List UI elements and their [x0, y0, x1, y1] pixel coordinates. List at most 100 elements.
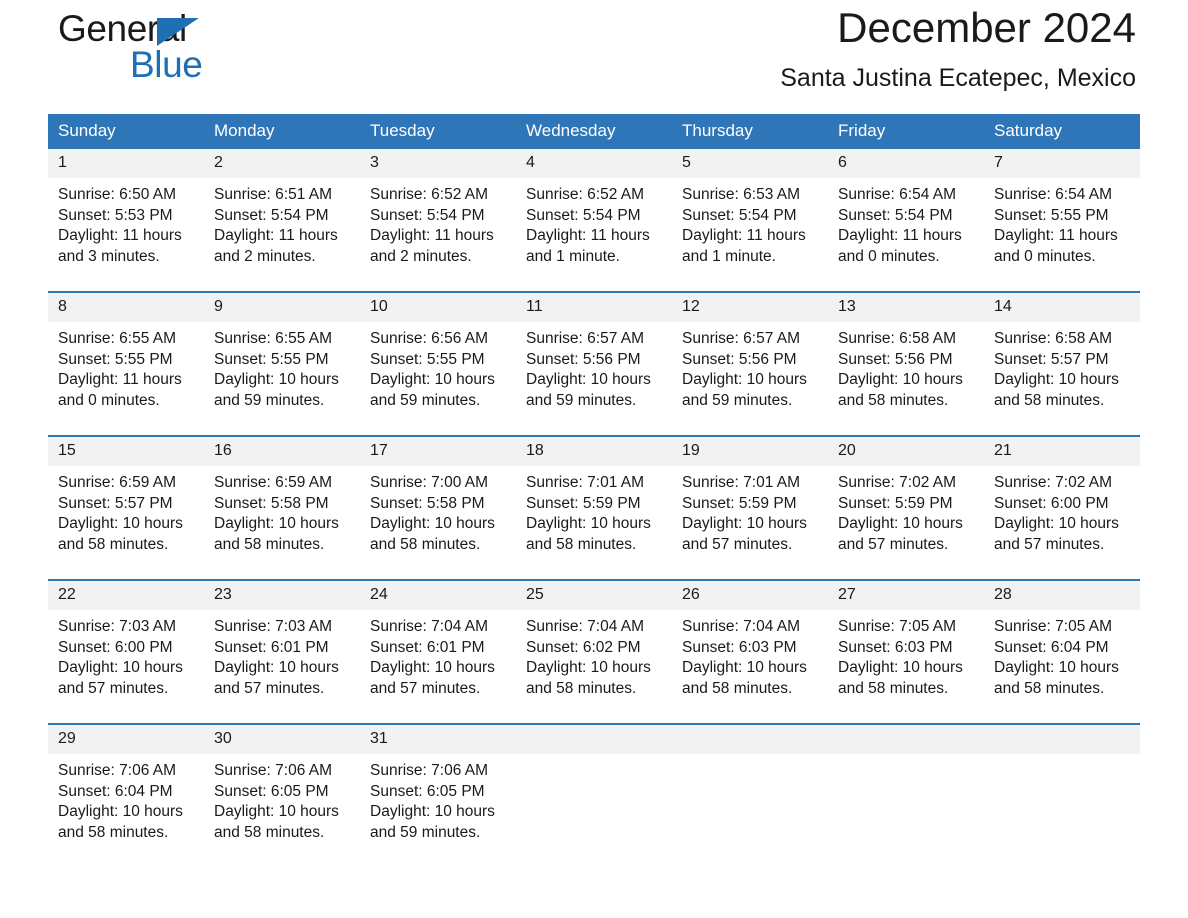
calendar-week-row: 22 Sunrise: 7:03 AM Sunset: 6:00 PM Dayligh… — [48, 579, 1140, 724]
daylight-text-line2: and 2 minutes. — [214, 247, 316, 265]
calendar-day-cell[interactable]: 6 Sunrise: 6:54 AM Sunset: 5:54 PM Daylight… — [828, 149, 984, 292]
calendar-day-cell[interactable]: 8 Sunrise: 6:55 AM Sunset: 5:55 PM Daylight… — [48, 291, 204, 436]
calendar-day-cell[interactable]: 15 Sunrise: 6:59 AM Sunset: 5:57 PM Dayligh… — [48, 435, 204, 580]
daylight-text-line2: and 2 minutes. — [370, 247, 472, 265]
calendar-day-cell[interactable]: 12 Sunrise: 6:57 AM Sunset: 5:56 PM Dayligh… — [672, 291, 828, 436]
sunrise-text: Sunrise: 7:04 AM — [526, 618, 645, 635]
day-number: 4 — [516, 149, 672, 178]
sunset-text: Sunset: 6:00 PM — [994, 494, 1109, 512]
daylight-text-line1: Daylight: 10 hours — [214, 659, 339, 676]
day-number: 9 — [204, 293, 360, 322]
daylight-text-line1: Daylight: 10 hours — [994, 515, 1119, 532]
day-number — [516, 725, 672, 754]
calendar-day-cell[interactable]: 3 Sunrise: 6:52 AM Sunset: 5:54 PM Daylight… — [360, 149, 516, 292]
calendar-day-cell[interactable]: 4 Sunrise: 6:52 AM Sunset: 5:54 PM Daylight… — [516, 149, 672, 292]
day-number: 19 — [672, 437, 828, 466]
sunset-text: Sunset: 5:59 PM — [526, 494, 641, 512]
calendar-day-cell[interactable]: 13 Sunrise: 6:58 AM Sunset: 5:56 PM Dayligh… — [828, 291, 984, 436]
calendar-empty-cell — [516, 723, 672, 867]
sunrise-text: Sunrise: 7:06 AM — [214, 762, 333, 779]
sunrise-text: Sunrise: 6:57 AM — [682, 330, 801, 347]
calendar-day-cell[interactable]: 17 Sunrise: 7:00 AM Sunset: 5:58 PM Dayligh… — [360, 435, 516, 580]
calendar-day-cell[interactable]: 1 Sunrise: 6:50 AM Sunset: 5:53 PM Daylight… — [48, 149, 204, 292]
calendar-day-cell[interactable]: 7 Sunrise: 6:54 AM Sunset: 5:55 PM Daylight… — [984, 149, 1140, 292]
daylight-text-line2: and 58 minutes. — [838, 679, 949, 697]
daylight-text-line2: and 58 minutes. — [370, 535, 481, 553]
calendar-day-cell[interactable]: 22 Sunrise: 7:03 AM Sunset: 6:00 PM Dayligh… — [48, 579, 204, 724]
daylight-text-line1: Daylight: 10 hours — [370, 659, 495, 676]
daylight-text-line1: Daylight: 10 hours — [214, 515, 339, 532]
calendar-empty-cell — [828, 723, 984, 867]
daylight-text-line2: and 57 minutes. — [682, 535, 793, 553]
day-details: Sunrise: 6:57 AM Sunset: 5:56 PM Daylight:… — [516, 322, 672, 435]
sunset-text: Sunset: 5:54 PM — [682, 206, 797, 224]
daylight-text-line2: and 0 minutes. — [838, 247, 940, 265]
calendar-day-cell[interactable]: 30 Sunrise: 7:06 AM Sunset: 6:05 PM Dayligh… — [204, 723, 360, 867]
calendar-day-cell[interactable]: 26 Sunrise: 7:04 AM Sunset: 6:03 PM Dayligh… — [672, 579, 828, 724]
daylight-text-line1: Daylight: 11 hours — [214, 227, 338, 244]
sunset-text: Sunset: 5:54 PM — [526, 206, 641, 224]
calendar-day-cell[interactable]: 24 Sunrise: 7:04 AM Sunset: 6:01 PM Dayligh… — [360, 579, 516, 724]
calendar-day-cell[interactable]: 27 Sunrise: 7:05 AM Sunset: 6:03 PM Dayligh… — [828, 579, 984, 724]
daylight-text-line1: Daylight: 10 hours — [526, 515, 651, 532]
day-number: 15 — [48, 437, 204, 466]
sunrise-text: Sunrise: 6:52 AM — [370, 186, 489, 203]
daylight-text-line1: Daylight: 10 hours — [214, 371, 339, 388]
weekday-header-thursday: Thursday — [672, 114, 828, 149]
daylight-text-line1: Daylight: 10 hours — [526, 371, 651, 388]
calendar-day-cell[interactable]: 14 Sunrise: 6:58 AM Sunset: 5:57 PM Dayligh… — [984, 291, 1140, 436]
sunrise-text: Sunrise: 6:54 AM — [838, 186, 957, 203]
day-number: 22 — [48, 581, 204, 610]
day-details: Sunrise: 6:55 AM Sunset: 5:55 PM Daylight:… — [48, 322, 204, 435]
day-number: 21 — [984, 437, 1140, 466]
sunset-text: Sunset: 5:54 PM — [214, 206, 329, 224]
sunset-text: Sunset: 5:55 PM — [370, 350, 485, 368]
calendar-day-cell[interactable]: 5 Sunrise: 6:53 AM Sunset: 5:54 PM Daylight… — [672, 149, 828, 292]
calendar-day-cell[interactable]: 9 Sunrise: 6:55 AM Sunset: 5:55 PM Daylight… — [204, 291, 360, 436]
day-number: 3 — [360, 149, 516, 178]
calendar-day-cell[interactable]: 28 Sunrise: 7:05 AM Sunset: 6:04 PM Dayligh… — [984, 579, 1140, 724]
daylight-text-line1: Daylight: 10 hours — [994, 371, 1119, 388]
calendar-day-cell[interactable]: 16 Sunrise: 6:59 AM Sunset: 5:58 PM Dayligh… — [204, 435, 360, 580]
calendar-day-cell[interactable]: 25 Sunrise: 7:04 AM Sunset: 6:02 PM Dayligh… — [516, 579, 672, 724]
calendar-day-cell[interactable]: 19 Sunrise: 7:01 AM Sunset: 5:59 PM Dayligh… — [672, 435, 828, 580]
calendar-day-cell[interactable]: 2 Sunrise: 6:51 AM Sunset: 5:54 PM Daylight… — [204, 149, 360, 292]
daylight-text-line2: and 57 minutes. — [370, 679, 481, 697]
sunrise-text: Sunrise: 6:52 AM — [526, 186, 645, 203]
daylight-text-line1: Daylight: 10 hours — [58, 803, 183, 820]
day-number: 12 — [672, 293, 828, 322]
calendar-day-cell[interactable]: 21 Sunrise: 7:02 AM Sunset: 6:00 PM Dayligh… — [984, 435, 1140, 580]
calendar-day-cell[interactable]: 18 Sunrise: 7:01 AM Sunset: 5:59 PM Dayligh… — [516, 435, 672, 580]
calendar-day-cell[interactable]: 11 Sunrise: 6:57 AM Sunset: 5:56 PM Dayligh… — [516, 291, 672, 436]
day-details: Sunrise: 7:01 AM Sunset: 5:59 PM Daylight:… — [672, 466, 828, 579]
sunset-text: Sunset: 5:55 PM — [994, 206, 1109, 224]
sunset-text: Sunset: 5:53 PM — [58, 206, 173, 224]
weekday-header-sunday: Sunday — [48, 114, 204, 149]
sunset-text: Sunset: 5:56 PM — [838, 350, 953, 368]
day-details: Sunrise: 7:06 AM Sunset: 6:05 PM Daylight:… — [204, 754, 360, 867]
day-details: Sunrise: 6:52 AM Sunset: 5:54 PM Daylight:… — [360, 178, 516, 291]
sunrise-text: Sunrise: 6:55 AM — [58, 330, 177, 347]
calendar-day-cell[interactable]: 31 Sunrise: 7:06 AM Sunset: 6:05 PM Dayligh… — [360, 723, 516, 867]
daylight-text-line2: and 58 minutes. — [526, 535, 637, 553]
day-number: 20 — [828, 437, 984, 466]
daylight-text-line1: Daylight: 10 hours — [682, 659, 807, 676]
daylight-text-line1: Daylight: 11 hours — [370, 227, 494, 244]
sunset-text: Sunset: 5:57 PM — [994, 350, 1109, 368]
day-details: Sunrise: 6:56 AM Sunset: 5:55 PM Daylight:… — [360, 322, 516, 435]
day-details — [672, 754, 828, 867]
calendar-day-cell[interactable]: 10 Sunrise: 6:56 AM Sunset: 5:55 PM Dayligh… — [360, 291, 516, 436]
generalblue-logo[interactable]: General Blue — [58, 8, 288, 100]
sunrise-text: Sunrise: 6:53 AM — [682, 186, 801, 203]
calendar-day-cell[interactable]: 23 Sunrise: 7:03 AM Sunset: 6:01 PM Dayligh… — [204, 579, 360, 724]
calendar-week-row: 15 Sunrise: 6:59 AM Sunset: 5:57 PM Dayligh… — [48, 435, 1140, 580]
calendar-day-cell[interactable]: 20 Sunrise: 7:02 AM Sunset: 5:59 PM Dayligh… — [828, 435, 984, 580]
day-number: 23 — [204, 581, 360, 610]
day-details: Sunrise: 6:53 AM Sunset: 5:54 PM Daylight:… — [672, 178, 828, 291]
daylight-text-line1: Daylight: 10 hours — [526, 659, 651, 676]
day-details — [828, 754, 984, 867]
day-details: Sunrise: 7:06 AM Sunset: 6:04 PM Daylight:… — [48, 754, 204, 867]
day-details: Sunrise: 6:50 AM Sunset: 5:53 PM Daylight:… — [48, 178, 204, 291]
calendar-day-cell[interactable]: 29 Sunrise: 7:06 AM Sunset: 6:04 PM Dayligh… — [48, 723, 204, 867]
sunset-text: Sunset: 5:56 PM — [682, 350, 797, 368]
